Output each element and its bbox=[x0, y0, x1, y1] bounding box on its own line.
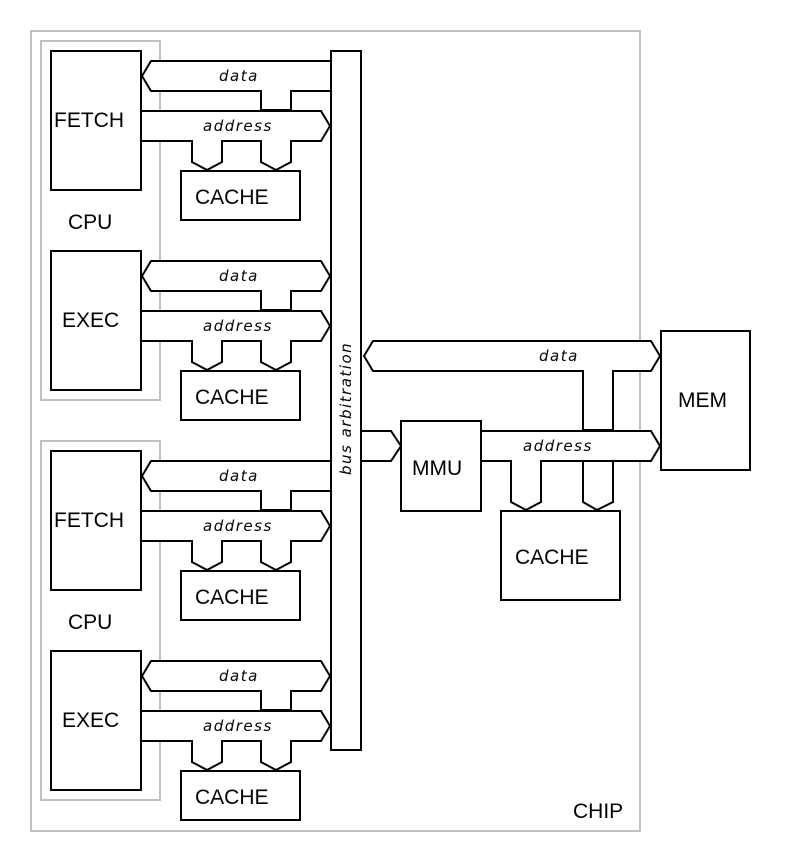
cpu-2-exec-cache-label: CACHE bbox=[195, 786, 269, 809]
cpu-1-fetch-cache-label: CACHE bbox=[195, 186, 269, 209]
memory-data-bus bbox=[362, 340, 662, 431]
arbiter-to-mmu-bus bbox=[360, 430, 403, 462]
memory-address-bus-label: address bbox=[523, 437, 593, 455]
memory-label: MEM bbox=[678, 389, 727, 412]
cpu-2-exec-data-bus-label: data bbox=[219, 667, 259, 685]
shared-cache-label: CACHE bbox=[515, 546, 589, 569]
cpu-2-exec-label: EXEC bbox=[62, 709, 119, 732]
cpu-2-fetch-address-bus-label: address bbox=[203, 517, 273, 535]
cpu-1-fetch-address-bus-label: address bbox=[203, 117, 273, 135]
cpu-2-label: CPU bbox=[68, 611, 112, 634]
cpu-1-label: CPU bbox=[68, 211, 112, 234]
cpu-1-exec-cache-label: CACHE bbox=[195, 386, 269, 409]
memory-data-bus-label: data bbox=[539, 347, 579, 365]
shared-cache-data-tap bbox=[582, 461, 614, 512]
chip-label: CHIP bbox=[573, 800, 623, 823]
cpu-1-fetch-data-bus-label: data bbox=[219, 67, 259, 85]
cpu-2-fetch-label: FETCH bbox=[54, 509, 124, 532]
cpu-1-exec-data-bus-label: data bbox=[219, 267, 259, 285]
cpu-1-exec-label: EXEC bbox=[62, 309, 119, 332]
cpu-2-exec-address-bus-label: address bbox=[203, 717, 273, 735]
mmu-label: MMU bbox=[412, 457, 462, 480]
cpu-2-fetch-cache-label: CACHE bbox=[195, 586, 269, 609]
cpu-1-fetch-label: FETCH bbox=[54, 109, 124, 132]
chip-architecture-diagram: CHIP CPU CPU FETCH CACHE data address EXEC CA… bbox=[30, 30, 751, 832]
cpu-2-fetch-data-bus-label: data bbox=[219, 467, 259, 485]
cpu-1-exec-address-bus-label: address bbox=[203, 317, 273, 335]
bus-arbitration-label: bus arbitration bbox=[337, 342, 355, 475]
